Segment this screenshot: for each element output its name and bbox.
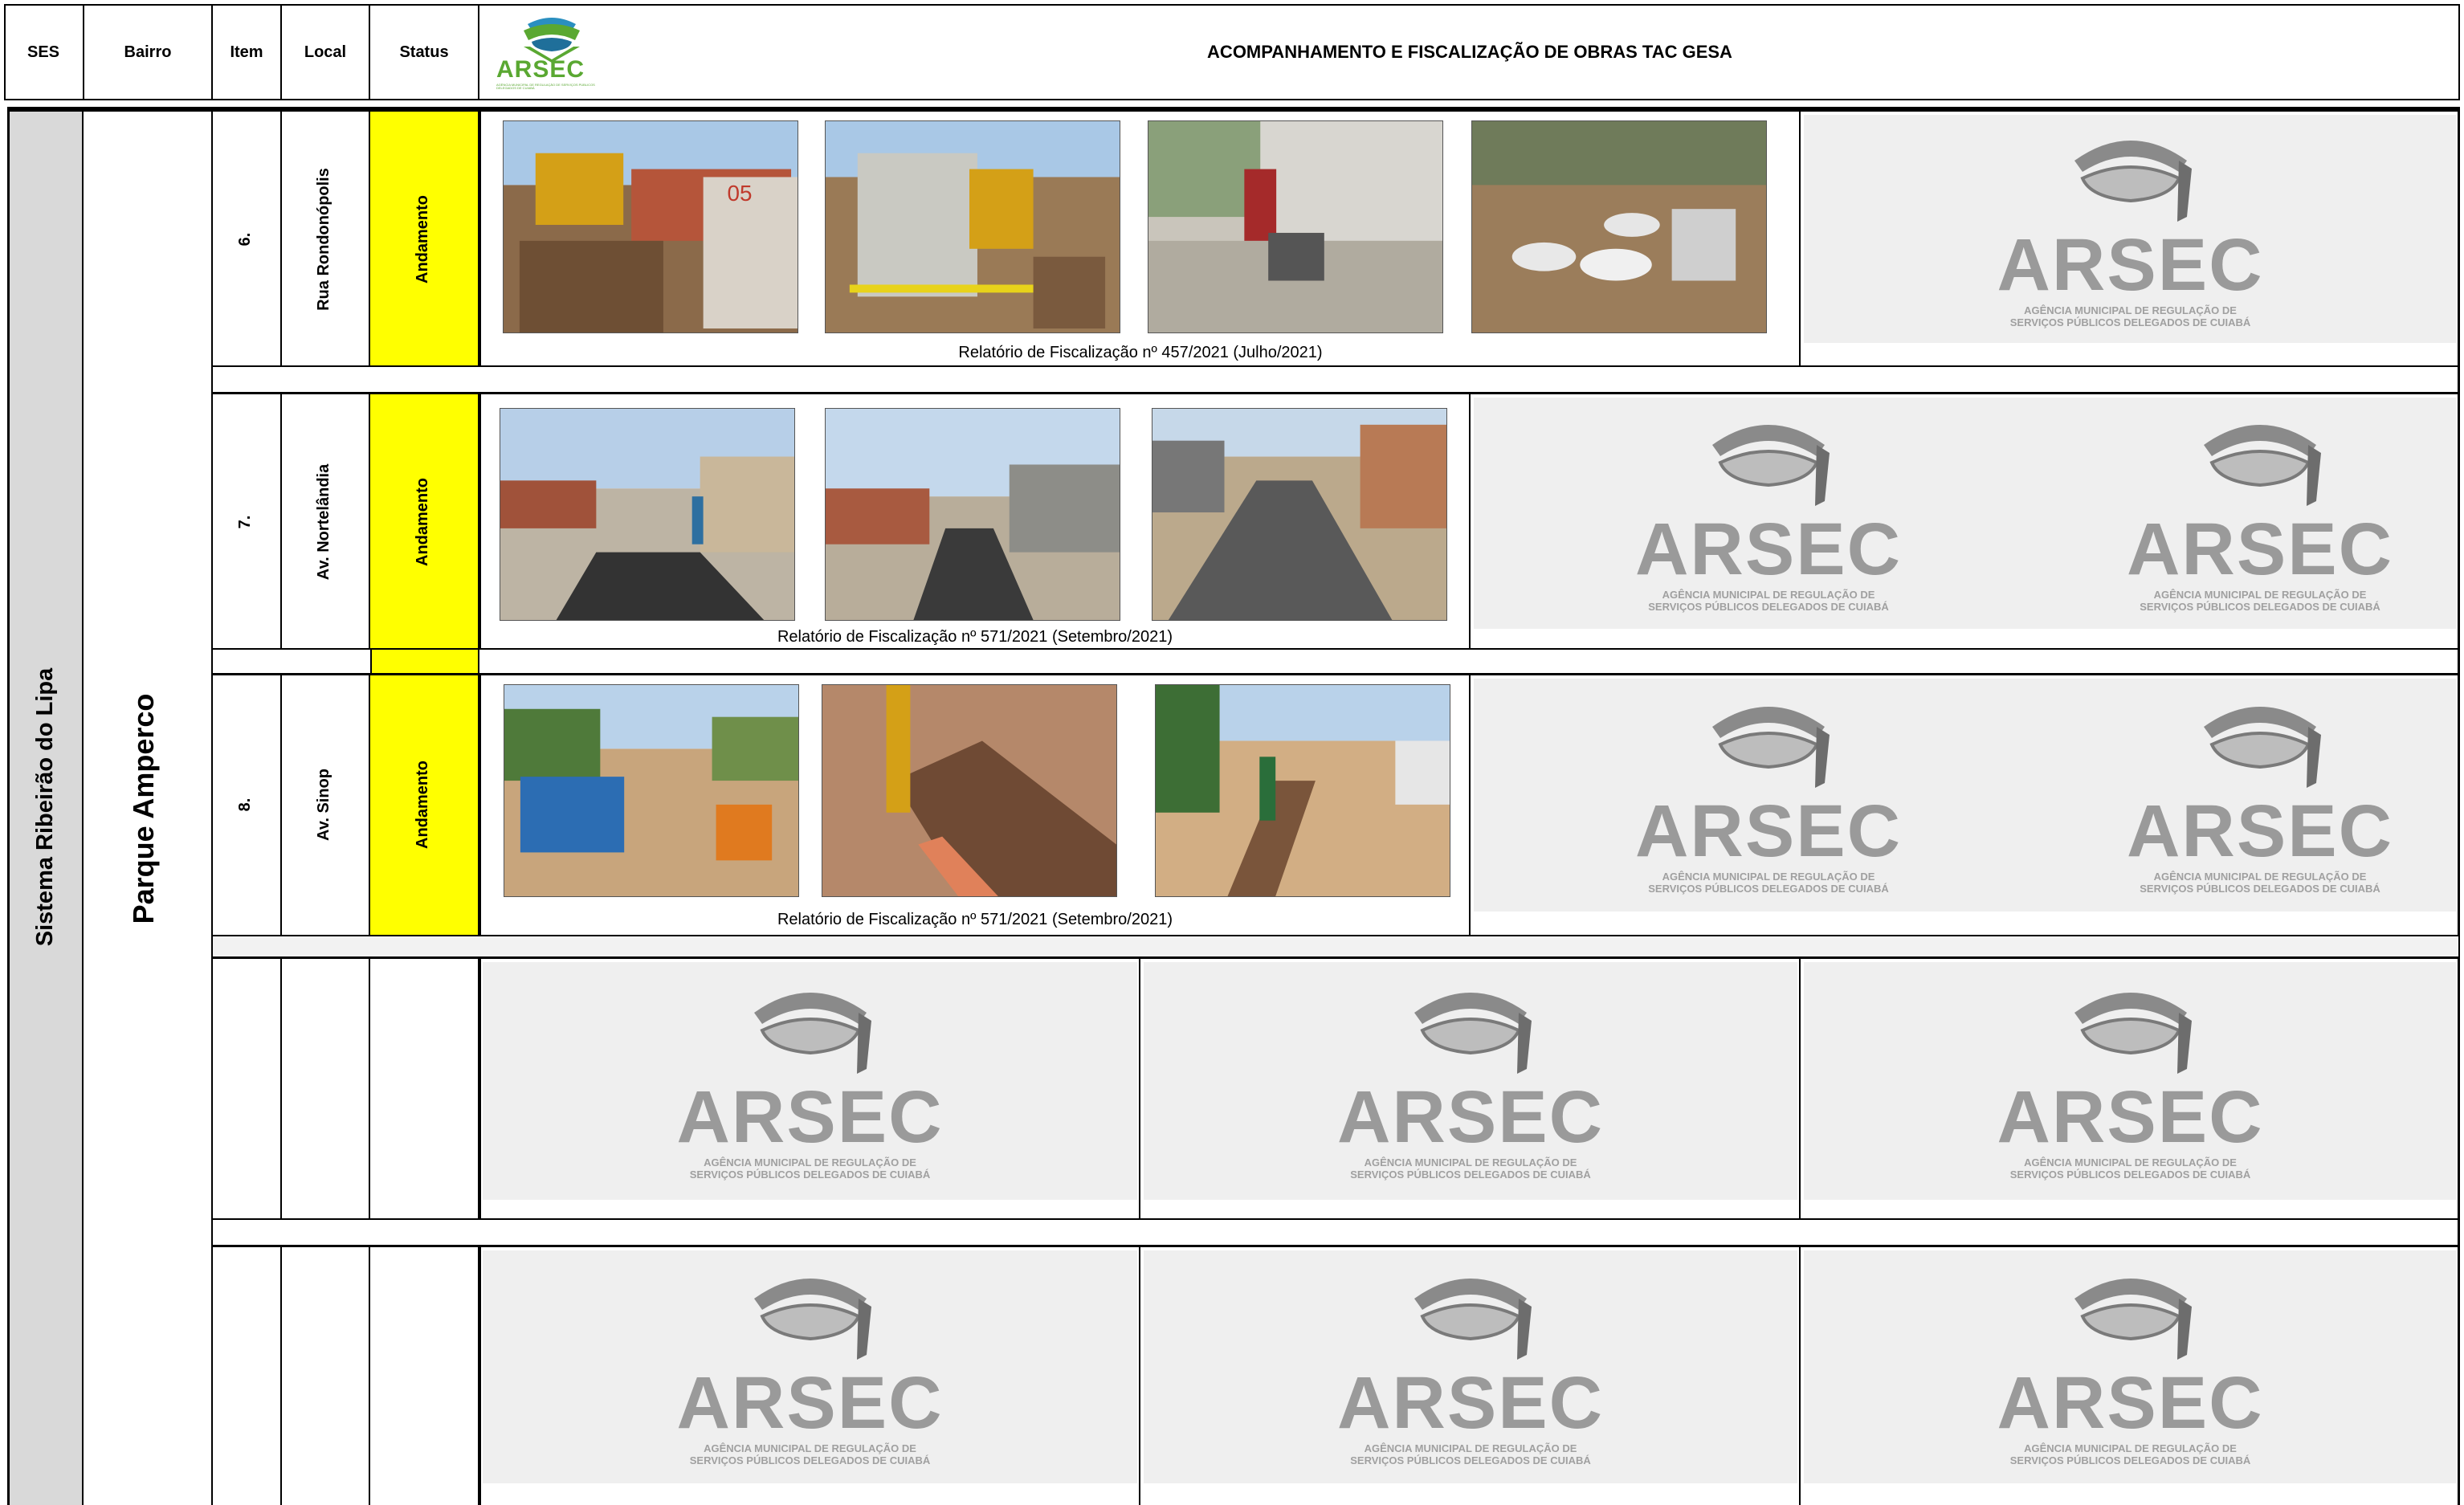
watermark-subtitle: AGÊNCIA MUNICIPAL DE REGULAÇÃO DE SERVIÇO… xyxy=(2140,589,2380,613)
arsec-watermark-icon xyxy=(1712,425,1830,507)
row-6-local: Rua Rondonópolis xyxy=(315,168,332,311)
row-6-status: Andamento xyxy=(414,195,431,283)
arsec-watermark-icon xyxy=(2204,425,2321,507)
watermark-subtitle: AGÊNCIA MUNICIPAL DE REGULAÇÃO DE SERVIÇO… xyxy=(1350,1156,1591,1181)
watermark-subtitle: AGÊNCIA MUNICIPAL DE REGULAÇÃO DE SERVIÇO… xyxy=(2009,304,2251,328)
page-title: ACOMPANHAMENTO E FISCALIZAÇÃO DE OBRAS T… xyxy=(1207,42,1732,62)
watermark-text: ARSEC xyxy=(1997,1076,2264,1159)
watermark-subtitle: AGÊNCIA MUNICIPAL DE REGULAÇÃO DE SERVIÇO… xyxy=(1648,589,1889,613)
arsec-watermark-icon xyxy=(1414,993,1532,1075)
row-7-status: Andamento xyxy=(414,478,431,566)
row-9-watermark-3: ARSEC AGÊNCIA MUNICIPAL DE REGULAÇÃO DE S… xyxy=(1804,962,2457,1200)
arsec-watermark-icon xyxy=(1414,1279,1532,1360)
row-6-item: 6. xyxy=(236,232,254,247)
arsec-watermark-icon xyxy=(2204,707,2321,789)
trench-street-photo xyxy=(1155,684,1450,897)
arsec-watermark-icon xyxy=(2074,993,2192,1075)
pavement-cutting-photo xyxy=(1148,120,1443,333)
header-status: Status xyxy=(370,4,479,100)
watermark-text: ARSEC xyxy=(1634,790,1903,873)
watermark-text: ARSEC xyxy=(676,1362,944,1445)
arsec-watermark-icon xyxy=(1712,707,1830,789)
svg-text:05: 05 xyxy=(727,181,752,206)
row-6-spacer xyxy=(213,367,2460,394)
watermark-subtitle: AGÊNCIA MUNICIPAL DE REGULAÇÃO DE SERVIÇO… xyxy=(689,1156,931,1181)
arsec-watermark-icon xyxy=(753,993,871,1075)
watermark-subtitle: AGÊNCIA MUNICIPAL DE REGULAÇÃO DE SERVIÇO… xyxy=(689,1442,931,1466)
watermark-subtitle: AGÊNCIA MUNICIPAL DE REGULAÇÃO DE SERVIÇO… xyxy=(2009,1156,2251,1181)
row-7-local: Av. Nortelândia xyxy=(315,463,332,581)
bairro-label: Parque Amperco xyxy=(127,693,160,924)
row-9-watermark-2: ARSEC AGÊNCIA MUNICIPAL DE REGULAÇÃO DE S… xyxy=(1144,962,1797,1200)
row-8-spacer xyxy=(213,936,2460,959)
watermark-subtitle: AGÊNCIA MUNICIPAL DE REGULAÇÃO DE SERVIÇO… xyxy=(1648,871,1889,895)
trench-shoring-photo xyxy=(825,120,1120,333)
watermark-subtitle: AGÊNCIA MUNICIPAL DE REGULAÇÃO DE SERVIÇO… xyxy=(2140,871,2380,895)
row-8-watermark-right: ARSEC AGÊNCIA MUNICIPAL DE REGULAÇÃO DE S… xyxy=(2063,679,2457,912)
row-10-watermark-2: ARSEC AGÊNCIA MUNICIPAL DE REGULAÇÃO DE S… xyxy=(1144,1250,1797,1483)
row-10-item-cell xyxy=(213,1247,282,1505)
row-7-watermark-right: ARSEC AGÊNCIA MUNICIPAL DE REGULAÇÃO DE S… xyxy=(2063,398,2457,629)
paved-street-photo xyxy=(1152,408,1447,621)
watermark-subtitle: AGÊNCIA MUNICIPAL DE REGULAÇÃO DE SERVIÇO… xyxy=(1350,1442,1591,1466)
watermark-text: ARSEC xyxy=(1336,1076,1605,1159)
watermark-subtitle: AGÊNCIA MUNICIPAL DE REGULAÇÃO DE SERVIÇO… xyxy=(2009,1442,2251,1466)
street-paving-photo xyxy=(825,408,1120,621)
row-10-status-cell xyxy=(370,1247,479,1505)
row-9-local-cell xyxy=(282,959,370,1220)
asphalt-repair-photo xyxy=(500,408,795,621)
row-7-caption: Relatório de Fiscalização nº 571/2021 (S… xyxy=(777,628,1173,646)
header-bairro: Bairro xyxy=(84,4,213,100)
arsec-watermark-icon xyxy=(753,1279,871,1360)
header-ses: SES xyxy=(4,4,84,100)
row-8-watermark-left: ARSEC AGÊNCIA MUNICIPAL DE REGULAÇÃO DE S… xyxy=(1474,679,2063,912)
ses-label: Sistema Ribeirão do Lipa xyxy=(32,667,58,947)
pipe-fittings-photo xyxy=(1471,120,1767,333)
watermark-text: ARSEC xyxy=(1997,1362,2264,1445)
row-9-watermark-1: ARSEC AGÊNCIA MUNICIPAL DE REGULAÇÃO DE S… xyxy=(483,962,1137,1200)
watermark-text: ARSEC xyxy=(676,1076,944,1159)
row-10-watermark-1: ARSEC AGÊNCIA MUNICIPAL DE REGULAÇÃO DE S… xyxy=(483,1250,1137,1483)
arsec-watermark-icon xyxy=(2074,1279,2192,1360)
row-6-caption: Relatório de Fiscalização nº 457/2021 (J… xyxy=(958,344,1323,361)
header-item: Item xyxy=(213,4,282,100)
row-8-item: 8. xyxy=(236,797,254,812)
header-local: Local xyxy=(282,4,370,100)
watermark-text: ARSEC xyxy=(1997,224,2264,307)
watermark-text: ARSEC xyxy=(2126,790,2394,873)
backhoe-excavation-photo: 05 xyxy=(503,120,798,333)
row-8-status: Andamento xyxy=(414,761,431,849)
watermark-text: ARSEC xyxy=(1634,508,1903,591)
row-8-local: Av. Sinop xyxy=(315,769,332,841)
arsec-watermark-icon xyxy=(2074,141,2192,222)
row-8-caption: Relatório de Fiscalização nº 571/2021 (S… xyxy=(777,911,1173,928)
watermark-text: ARSEC xyxy=(2126,508,2394,591)
row-10-local-cell xyxy=(282,1247,370,1505)
row-9-item-cell xyxy=(213,959,282,1220)
row-7-spacer xyxy=(213,650,2460,675)
row-10-watermark-3: ARSEC AGÊNCIA MUNICIPAL DE REGULAÇÃO DE S… xyxy=(1804,1250,2457,1483)
row-6-watermark: ARSEC AGÊNCIA MUNICIPAL DE REGULAÇÃO DE S… xyxy=(1804,115,2457,343)
trench-pipe-photo xyxy=(822,684,1117,897)
row-7-watermark-left: ARSEC AGÊNCIA MUNICIPAL DE REGULAÇÃO DE S… xyxy=(1474,398,2063,629)
work-zone-sign-photo xyxy=(504,684,799,897)
row-7-item: 7. xyxy=(236,515,254,529)
row-7-spacer-status xyxy=(370,650,479,673)
watermark-text: ARSEC xyxy=(1336,1362,1605,1445)
row-9-status-cell xyxy=(370,959,479,1220)
row-9-spacer xyxy=(213,1220,2460,1247)
